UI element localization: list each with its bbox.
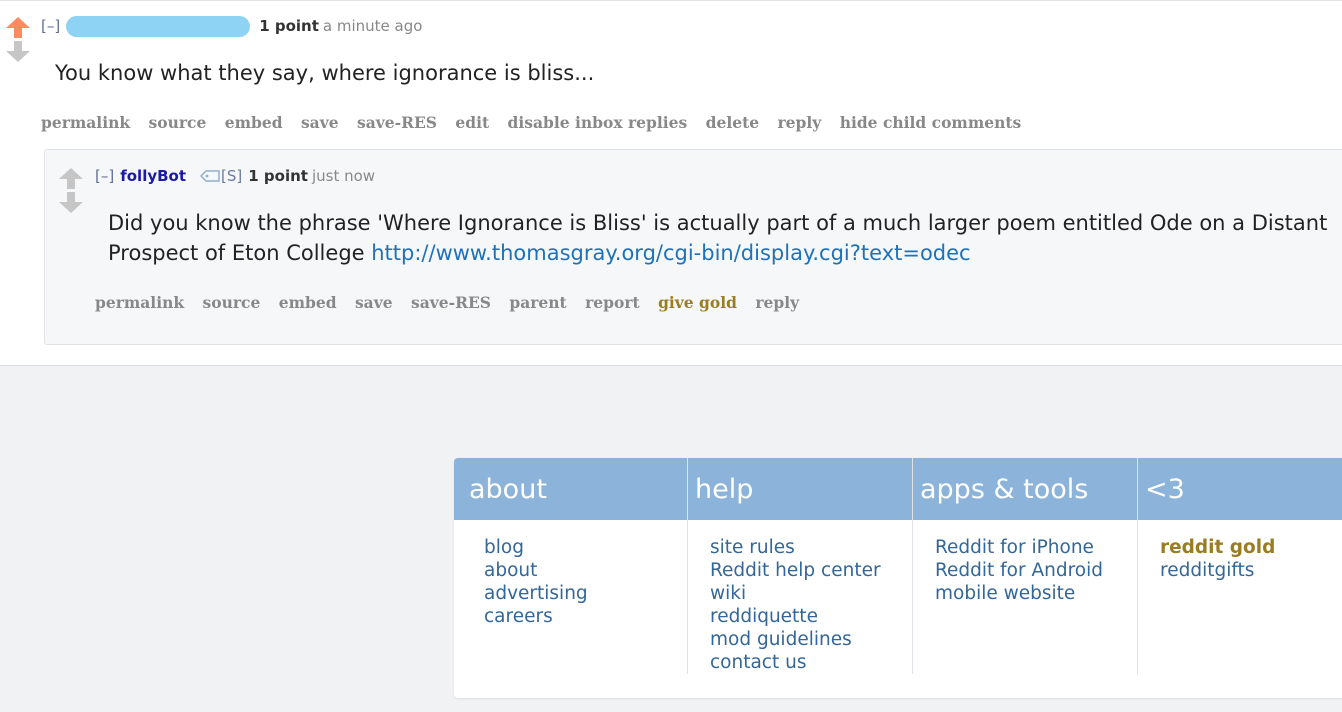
footer-link-about[interactable]: about	[484, 559, 588, 582]
footer-divider	[1137, 458, 1138, 674]
footer-header-bar: about help apps & tools <3	[454, 458, 1342, 520]
upvote-arrow-icon[interactable]	[6, 17, 30, 38]
hide-child-comments-button[interactable]: hide child comments	[840, 113, 1022, 132]
permalink-button[interactable]: permalink	[41, 113, 130, 132]
footer-link-site-rules[interactable]: site rules	[710, 536, 881, 559]
source-button[interactable]: source	[203, 293, 261, 312]
footer-divider	[912, 458, 913, 674]
reply-button[interactable]: reply	[755, 293, 799, 312]
footer-link-advertising[interactable]: advertising	[484, 582, 588, 605]
footer-link-redditgifts[interactable]: redditgifts	[1160, 559, 1275, 582]
collapse-toggle[interactable]: [–]	[95, 167, 114, 185]
comment-score: 1 point	[259, 17, 319, 35]
footer-link-blog[interactable]: blog	[484, 536, 588, 559]
child-comment: [–] follyBot [S] 1 point just now Did you kn…	[44, 149, 1342, 345]
child-tagline: [–] follyBot [S] 1 point just now	[95, 167, 375, 186]
reply-button[interactable]: reply	[778, 113, 822, 132]
parent-comment-body: You know what they say, where ignorance …	[55, 61, 595, 85]
footer-link-mod-guidelines[interactable]: mod guidelines	[710, 628, 881, 651]
delete-button[interactable]: delete	[706, 113, 759, 132]
footer-link-reddiquette[interactable]: reddiquette	[710, 605, 881, 628]
footer-link-wiki[interactable]: wiki	[710, 582, 881, 605]
parent-button[interactable]: parent	[509, 293, 566, 312]
comments-panel: [–] 1 point a minute ago You know what the…	[0, 0, 1342, 366]
footer-column-love: reddit gold redditgifts	[1160, 536, 1275, 582]
footer-link-reddit-android[interactable]: Reddit for Android	[935, 559, 1103, 582]
child-vote-arrows	[59, 168, 83, 214]
report-button[interactable]: report	[585, 293, 640, 312]
poem-link[interactable]: http://www.thomasgray.org/cgi-bin/displa…	[371, 241, 970, 265]
embed-button[interactable]: embed	[279, 293, 337, 312]
footer-column-apps-tools: Reddit for iPhone Reddit for Android mob…	[935, 536, 1103, 605]
footer-column-about: blog about advertising careers	[484, 536, 588, 628]
footer-title-apps-tools: apps & tools	[920, 474, 1089, 505]
parent-vote-arrows	[6, 17, 30, 63]
comment-score: 1 point	[248, 167, 308, 185]
edit-button[interactable]: edit	[455, 113, 489, 132]
parent-tagline: [–] 1 point a minute ago	[41, 16, 422, 37]
save-button[interactable]: save	[301, 113, 339, 132]
child-comment-body: Did you know the phrase 'Where Ignorance…	[108, 208, 1342, 268]
save-res-button[interactable]: save-RES	[411, 293, 491, 312]
save-res-button[interactable]: save-RES	[357, 113, 437, 132]
submitter-flair: [S]	[221, 167, 243, 185]
disable-inbox-replies-button[interactable]: disable inbox replies	[508, 113, 688, 132]
redacted-username	[66, 16, 251, 37]
permalink-button[interactable]: permalink	[95, 293, 184, 312]
upvote-arrow-icon[interactable]	[59, 168, 83, 189]
downvote-arrow-icon[interactable]	[6, 41, 30, 62]
footer-link-help-center[interactable]: Reddit help center	[710, 559, 881, 582]
collapse-toggle[interactable]: [–]	[41, 17, 60, 35]
parent-comment-buttons: permalink source embed save save-RES edi…	[41, 113, 1034, 132]
footer-link-reddit-iphone[interactable]: Reddit for iPhone	[935, 536, 1103, 559]
footer-title-help: help	[695, 474, 754, 505]
site-footer: about help apps & tools <3 blog about ad…	[454, 458, 1342, 698]
tag-icon	[199, 168, 220, 186]
footer-link-contact-us[interactable]: contact us	[710, 651, 881, 674]
save-button[interactable]: save	[355, 293, 393, 312]
source-button[interactable]: source	[149, 113, 207, 132]
footer-divider	[687, 458, 688, 674]
downvote-arrow-icon[interactable]	[59, 192, 83, 213]
footer-title-about: about	[469, 474, 547, 505]
footer-title-love: <3	[1145, 474, 1185, 505]
footer-link-careers[interactable]: careers	[484, 605, 588, 628]
footer-link-mobile-website[interactable]: mobile website	[935, 582, 1103, 605]
footer-column-help: site rules Reddit help center wiki reddi…	[710, 536, 881, 674]
give-gold-button[interactable]: give gold	[658, 293, 737, 312]
comment-time: just now	[311, 167, 376, 185]
author-link[interactable]: follyBot	[120, 167, 186, 185]
embed-button[interactable]: embed	[225, 113, 283, 132]
child-comment-buttons: permalink source embed save save-RES par…	[95, 293, 812, 312]
footer-link-reddit-gold[interactable]: reddit gold	[1160, 536, 1275, 559]
comment-time: a minute ago	[322, 17, 423, 35]
